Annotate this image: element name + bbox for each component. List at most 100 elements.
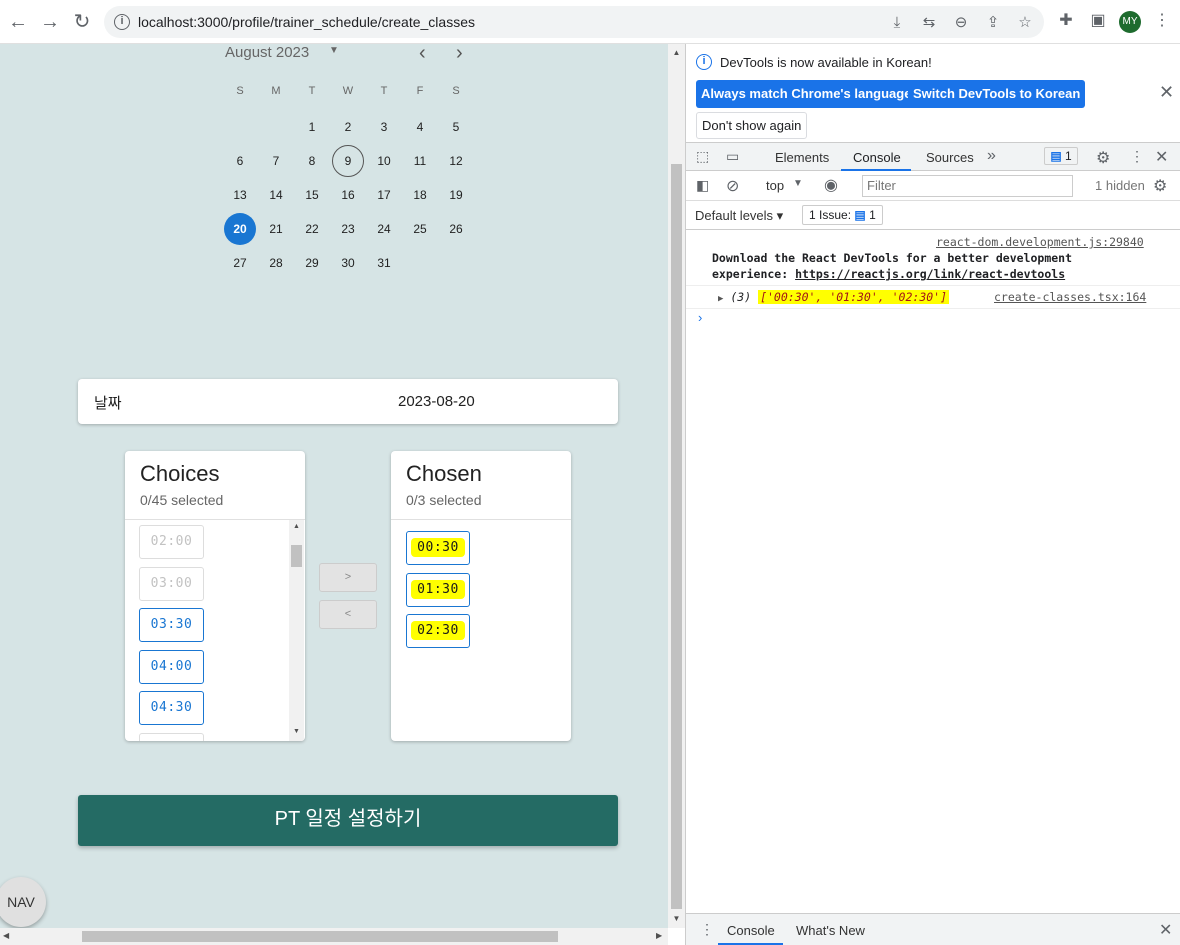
calendar-day[interactable]: 18	[404, 179, 436, 211]
devtools-link[interactable]: https://reactjs.org/link/react-devtools	[795, 267, 1065, 281]
choice-slot[interactable]: 04:30	[139, 691, 204, 725]
calendar-day[interactable]: 9	[332, 145, 364, 177]
live-expression-eye-icon[interactable]: ◉	[824, 175, 838, 195]
prev-month-icon[interactable]: ‹	[419, 44, 426, 65]
next-month-icon[interactable]: ›	[456, 44, 463, 65]
reload-icon[interactable]: ↻	[70, 10, 94, 34]
bookmark-star-icon[interactable]: ☆	[1016, 14, 1034, 32]
close-banner-icon[interactable]: ✕	[1159, 82, 1174, 103]
clear-console-icon[interactable]: ⊘	[726, 176, 739, 196]
calendar-day[interactable]: 1	[296, 111, 328, 143]
close-devtools-icon[interactable]: ✕	[1155, 147, 1168, 167]
move-left-button[interactable]: <	[319, 600, 377, 629]
switch-korean-button[interactable]: Switch DevTools to Korean	[908, 80, 1086, 108]
calendar-day[interactable]: 24	[368, 213, 400, 245]
scroll-right-icon[interactable]: ▶	[656, 931, 662, 940]
more-options-icon[interactable]: ⋮	[1130, 148, 1144, 165]
profile-avatar[interactable]: MY	[1119, 11, 1141, 33]
calendar-day[interactable]: 21	[260, 213, 292, 245]
nav-fab-button[interactable]: NAV	[0, 877, 46, 927]
chosen-slot[interactable]: 02:30	[406, 614, 470, 648]
tab-elements[interactable]: Elements	[775, 150, 829, 165]
console-settings-icon[interactable]: ⚙	[1153, 176, 1167, 196]
calendar-month-label[interactable]: August 2023	[225, 44, 309, 61]
device-toolbar-icon[interactable]: ▭	[726, 148, 739, 165]
share-icon[interactable]: ⇪	[984, 14, 1002, 32]
console-prompt-icon[interactable]: ›	[698, 310, 702, 325]
drawer-menu-icon[interactable]: ⋮	[700, 921, 714, 938]
calendar-day[interactable]: 8	[296, 145, 328, 177]
scroll-up-icon[interactable]: ▲	[668, 48, 685, 57]
calendar-day[interactable]: 29	[296, 247, 328, 279]
context-selector[interactable]: top	[766, 178, 784, 193]
calendar-day[interactable]: 28	[260, 247, 292, 279]
choice-slot-partial[interactable]	[139, 733, 204, 741]
back-icon[interactable]: ←	[6, 10, 30, 34]
calendar-day[interactable]: 7	[260, 145, 292, 177]
calendar-day[interactable]: 3	[368, 111, 400, 143]
calendar-day[interactable]: 22	[296, 213, 328, 245]
calendar-day[interactable]: 5	[440, 111, 472, 143]
log-source-link[interactable]: react-dom.development.js:29840	[936, 235, 1144, 249]
scroll-down-icon[interactable]: ▼	[668, 914, 685, 923]
calendar-day[interactable]: 4	[404, 111, 436, 143]
scroll-down-icon[interactable]: ▼	[289, 728, 304, 735]
install-icon[interactable]: ⤓	[888, 14, 906, 32]
menu-kebab-icon[interactable]: ⋮	[1152, 11, 1172, 31]
calendar-day[interactable]: 30	[332, 247, 364, 279]
chosen-slot[interactable]: 00:30	[406, 531, 470, 565]
messages-badge[interactable]: ▤ 1	[1044, 147, 1078, 165]
move-right-button[interactable]: >	[319, 563, 377, 592]
calendar-day[interactable]: 16	[332, 179, 364, 211]
scroll-up-icon[interactable]: ▲	[289, 523, 304, 530]
calendar-day[interactable]: 31	[368, 247, 400, 279]
site-info-icon[interactable]: i	[114, 14, 130, 30]
address-bar[interactable]: i localhost:3000/profile/trainer_schedul…	[104, 6, 1044, 38]
calendar-day[interactable]: 13	[224, 179, 256, 211]
console-filter-input[interactable]: Filter	[862, 175, 1073, 197]
drawer-tab-console[interactable]: Console	[727, 923, 775, 938]
calendar-day[interactable]: 6	[224, 145, 256, 177]
calendar-day[interactable]: 11	[404, 145, 436, 177]
log-levels-dropdown[interactable]: Default levels ▾	[695, 208, 783, 224]
context-dropdown-icon[interactable]: ▼	[793, 178, 803, 189]
choice-slot[interactable]: 03:00	[139, 566, 204, 601]
calendar-day[interactable]: 15	[296, 179, 328, 211]
drawer-tab-whats-new[interactable]: What's New	[796, 923, 865, 938]
scroll-left-icon[interactable]: ◀	[3, 931, 9, 940]
scroll-thumb[interactable]	[291, 545, 302, 567]
chosen-slot[interactable]: 01:30	[406, 572, 470, 607]
zoom-icon[interactable]: ⊖	[952, 14, 970, 32]
close-drawer-icon[interactable]: ✕	[1159, 920, 1172, 940]
choice-slot[interactable]: 03:30	[139, 608, 204, 642]
expand-triangle-icon[interactable]: ▶	[718, 294, 723, 304]
calendar-day[interactable]: 26	[440, 213, 472, 245]
month-dropdown-icon[interactable]: ▼	[329, 45, 339, 56]
dont-show-again-button[interactable]: Don't show again	[696, 112, 808, 139]
calendar-day[interactable]: 17	[368, 179, 400, 211]
calendar-day[interactable]: 25	[404, 213, 436, 245]
sidebar-toggle-icon[interactable]: ◧	[696, 177, 709, 194]
extensions-icon[interactable]: ✚	[1056, 11, 1076, 31]
submit-schedule-button[interactable]: PT 일정 설정하기	[78, 795, 618, 846]
tab-console[interactable]: Console	[853, 150, 901, 165]
settings-gear-icon[interactable]: ⚙	[1096, 148, 1110, 168]
more-tabs-icon[interactable]: »	[987, 147, 996, 165]
calendar-day[interactable]: 23	[332, 213, 364, 245]
calendar-day[interactable]: 10	[368, 145, 400, 177]
side-panel-icon[interactable]: ▣	[1088, 11, 1108, 31]
forward-icon[interactable]: →	[38, 10, 62, 34]
log-source-link[interactable]: create-classes.tsx:164	[994, 290, 1146, 304]
calendar-day[interactable]: 27	[224, 247, 256, 279]
url-text[interactable]: localhost:3000/profile/trainer_schedule/…	[138, 14, 475, 30]
calendar-day[interactable]: 14	[260, 179, 292, 211]
scroll-thumb[interactable]	[671, 164, 682, 909]
match-language-button[interactable]: Always match Chrome's language	[696, 80, 917, 108]
choice-slot[interactable]: 02:00	[139, 525, 204, 559]
choice-slot[interactable]: 04:00	[139, 649, 204, 684]
issues-button[interactable]: 1 Issue: ▤ 1	[802, 205, 883, 225]
page-horizontal-scrollbar[interactable]: ◀ ▶	[0, 928, 668, 945]
translate-icon[interactable]: ⇆	[920, 14, 938, 32]
page-vertical-scrollbar[interactable]: ▲ ▼	[668, 44, 685, 928]
inspect-element-icon[interactable]: ⬚	[696, 148, 709, 165]
